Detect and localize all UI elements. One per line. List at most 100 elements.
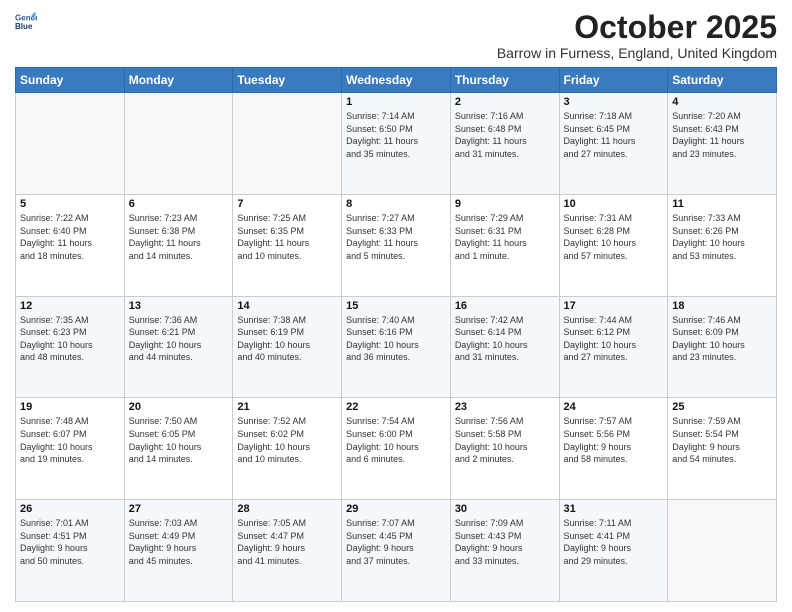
- table-row: 11 Sunrise: 7:33 AMSunset: 6:26 PMDayligh…: [668, 194, 777, 296]
- day-number: 18: [672, 300, 772, 312]
- day-info: Sunrise: 7:09 AMSunset: 4:43 PMDaylight:…: [455, 517, 555, 567]
- day-number: 11: [672, 198, 772, 210]
- day-number: 3: [564, 96, 664, 108]
- col-monday: Monday: [124, 68, 233, 93]
- day-info: Sunrise: 7:27 AMSunset: 6:33 PMDaylight:…: [346, 212, 446, 262]
- table-row: 29 Sunrise: 7:07 AMSunset: 4:45 PMDayligh…: [342, 500, 451, 602]
- day-info: Sunrise: 7:56 AMSunset: 5:58 PMDaylight:…: [455, 415, 555, 465]
- table-row: [124, 93, 233, 195]
- table-row: 30Sunrise: 7:09 AMSunset: 4:43 PMDayligh…: [450, 500, 559, 602]
- title-block: October 2025 Barrow in Furness, England,…: [497, 10, 777, 61]
- logo-icon: General Blue: [15, 10, 37, 32]
- table-row: 16 Sunrise: 7:42 AMSunset: 6:14 PMDayligh…: [450, 296, 559, 398]
- svg-text:Blue: Blue: [15, 22, 33, 31]
- day-number: 25: [672, 401, 772, 413]
- table-row: 5 Sunrise: 7:22 AMSunset: 6:40 PMDaylight…: [16, 194, 125, 296]
- table-row: 8 Sunrise: 7:27 AMSunset: 6:33 PMDaylight…: [342, 194, 451, 296]
- day-info: Sunrise: 7:05 AMSunset: 4:47 PMDaylight:…: [237, 517, 337, 567]
- day-info: Sunrise: 7:57 AMSunset: 5:56 PMDaylight:…: [564, 415, 664, 465]
- calendar-week-row: 1 Sunrise: 7:14 AMSunset: 6:50 PMDaylight…: [16, 93, 777, 195]
- table-row: 31 Sunrise: 7:11 AMSunset: 4:41 PMDayligh…: [559, 500, 668, 602]
- table-row: 20 Sunrise: 7:50 AMSunset: 6:05 PMDayligh…: [124, 398, 233, 500]
- day-number: 31: [564, 503, 664, 515]
- col-wednesday: Wednesday: [342, 68, 451, 93]
- day-number: 29: [346, 503, 446, 515]
- col-sunday: Sunday: [16, 68, 125, 93]
- day-info: Sunrise: 7:40 AMSunset: 6:16 PMDaylight:…: [346, 314, 446, 364]
- table-row: 23Sunrise: 7:56 AMSunset: 5:58 PMDayligh…: [450, 398, 559, 500]
- table-row: 7 Sunrise: 7:25 AMSunset: 6:35 PMDaylight…: [233, 194, 342, 296]
- day-info: Sunrise: 7:38 AMSunset: 6:19 PMDaylight:…: [237, 314, 337, 364]
- day-info: Sunrise: 7:35 AMSunset: 6:23 PMDaylight:…: [20, 314, 120, 364]
- day-number: 24: [564, 401, 664, 413]
- day-info: Sunrise: 7:11 AMSunset: 4:41 PMDaylight:…: [564, 517, 664, 567]
- day-number: 5: [20, 198, 120, 210]
- day-info: Sunrise: 7:18 AMSunset: 6:45 PMDaylight:…: [564, 110, 664, 160]
- day-info: Sunrise: 7:42 AMSunset: 6:14 PMDaylight:…: [455, 314, 555, 364]
- calendar-page: General Blue October 2025 Barrow in Furn…: [0, 0, 792, 612]
- logo: General Blue: [15, 10, 37, 32]
- calendar-week-row: 12Sunrise: 7:35 AMSunset: 6:23 PMDayligh…: [16, 296, 777, 398]
- table-row: 13 Sunrise: 7:36 AMSunset: 6:21 PMDayligh…: [124, 296, 233, 398]
- day-info: Sunrise: 7:59 AMSunset: 5:54 PMDaylight:…: [672, 415, 772, 465]
- day-number: 20: [129, 401, 229, 413]
- table-row: 4Sunrise: 7:20 AMSunset: 6:43 PMDaylight…: [668, 93, 777, 195]
- col-thursday: Thursday: [450, 68, 559, 93]
- day-number: 8: [346, 198, 446, 210]
- day-number: 10: [564, 198, 664, 210]
- table-row: 6 Sunrise: 7:23 AMSunset: 6:38 PMDaylight…: [124, 194, 233, 296]
- day-number: 17: [564, 300, 664, 312]
- calendar-header-row: Sunday Monday Tuesday Wednesday Thursday…: [16, 68, 777, 93]
- day-number: 28: [237, 503, 337, 515]
- table-row: [16, 93, 125, 195]
- day-number: 9: [455, 198, 555, 210]
- day-number: 13: [129, 300, 229, 312]
- col-tuesday: Tuesday: [233, 68, 342, 93]
- table-row: 22 Sunrise: 7:54 AMSunset: 6:00 PMDayligh…: [342, 398, 451, 500]
- day-number: 16: [455, 300, 555, 312]
- table-row: 12Sunrise: 7:35 AMSunset: 6:23 PMDayligh…: [16, 296, 125, 398]
- day-number: 7: [237, 198, 337, 210]
- day-info: Sunrise: 7:23 AMSunset: 6:38 PMDaylight:…: [129, 212, 229, 262]
- page-header: General Blue October 2025 Barrow in Furn…: [15, 10, 777, 61]
- table-row: 18 Sunrise: 7:46 AMSunset: 6:09 PMDayligh…: [668, 296, 777, 398]
- day-info: Sunrise: 7:33 AMSunset: 6:26 PMDaylight:…: [672, 212, 772, 262]
- table-row: 25 Sunrise: 7:59 AMSunset: 5:54 PMDayligh…: [668, 398, 777, 500]
- calendar-week-row: 5 Sunrise: 7:22 AMSunset: 6:40 PMDaylight…: [16, 194, 777, 296]
- day-info: Sunrise: 7:22 AMSunset: 6:40 PMDaylight:…: [20, 212, 120, 262]
- day-info: Sunrise: 7:31 AMSunset: 6:28 PMDaylight:…: [564, 212, 664, 262]
- table-row: 21Sunrise: 7:52 AMSunset: 6:02 PMDayligh…: [233, 398, 342, 500]
- col-friday: Friday: [559, 68, 668, 93]
- day-number: 6: [129, 198, 229, 210]
- table-row: 9 Sunrise: 7:29 AMSunset: 6:31 PMDaylight…: [450, 194, 559, 296]
- table-row: 1 Sunrise: 7:14 AMSunset: 6:50 PMDaylight…: [342, 93, 451, 195]
- table-row: 2Sunrise: 7:16 AMSunset: 6:48 PMDaylight…: [450, 93, 559, 195]
- month-title: October 2025: [497, 10, 777, 45]
- day-info: Sunrise: 7:07 AMSunset: 4:45 PMDaylight:…: [346, 517, 446, 567]
- day-info: Sunrise: 7:03 AMSunset: 4:49 PMDaylight:…: [129, 517, 229, 567]
- day-info: Sunrise: 7:54 AMSunset: 6:00 PMDaylight:…: [346, 415, 446, 465]
- table-row: 14Sunrise: 7:38 AMSunset: 6:19 PMDayligh…: [233, 296, 342, 398]
- day-info: Sunrise: 7:36 AMSunset: 6:21 PMDaylight:…: [129, 314, 229, 364]
- day-info: Sunrise: 7:50 AMSunset: 6:05 PMDaylight:…: [129, 415, 229, 465]
- day-number: 19: [20, 401, 120, 413]
- day-info: Sunrise: 7:46 AMSunset: 6:09 PMDaylight:…: [672, 314, 772, 364]
- day-number: 15: [346, 300, 446, 312]
- day-number: 1: [346, 96, 446, 108]
- table-row: 10 Sunrise: 7:31 AMSunset: 6:28 PMDayligh…: [559, 194, 668, 296]
- day-info: Sunrise: 7:52 AMSunset: 6:02 PMDaylight:…: [237, 415, 337, 465]
- table-row: 26Sunrise: 7:01 AMSunset: 4:51 PMDayligh…: [16, 500, 125, 602]
- day-number: 2: [455, 96, 555, 108]
- col-saturday: Saturday: [668, 68, 777, 93]
- table-row: 24 Sunrise: 7:57 AMSunset: 5:56 PMDayligh…: [559, 398, 668, 500]
- day-info: Sunrise: 7:14 AMSunset: 6:50 PMDaylight:…: [346, 110, 446, 160]
- day-info: Sunrise: 7:29 AMSunset: 6:31 PMDaylight:…: [455, 212, 555, 262]
- table-row: 28 Sunrise: 7:05 AMSunset: 4:47 PMDayligh…: [233, 500, 342, 602]
- location-title: Barrow in Furness, England, United Kingd…: [497, 45, 777, 61]
- day-number: 26: [20, 503, 120, 515]
- day-info: Sunrise: 7:25 AMSunset: 6:35 PMDaylight:…: [237, 212, 337, 262]
- day-number: 22: [346, 401, 446, 413]
- day-info: Sunrise: 7:20 AMSunset: 6:43 PMDaylight:…: [672, 110, 772, 160]
- day-info: Sunrise: 7:48 AMSunset: 6:07 PMDaylight:…: [20, 415, 120, 465]
- calendar-week-row: 26Sunrise: 7:01 AMSunset: 4:51 PMDayligh…: [16, 500, 777, 602]
